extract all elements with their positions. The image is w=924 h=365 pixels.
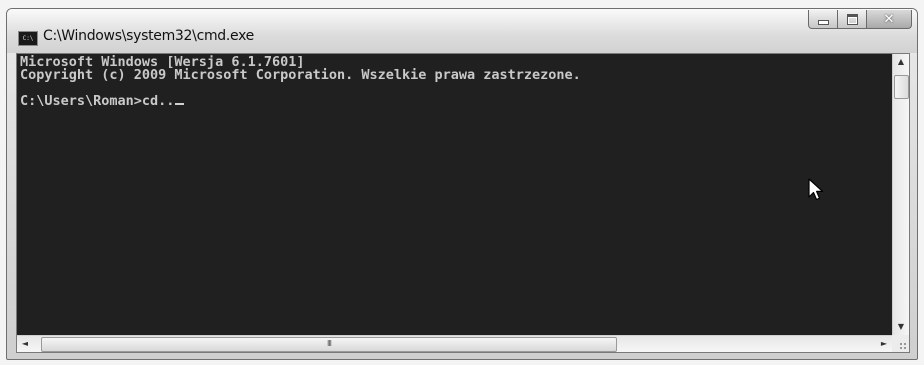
vertical-scroll-thumb[interactable] [894,75,909,99]
scroll-down-icon[interactable]: ▼ [893,319,909,335]
scroll-left-icon[interactable]: ◄ [17,336,33,352]
console-prompt: C:\Users\Roman>cd.. [20,93,175,109]
maximize-button[interactable] [837,10,867,29]
maximize-icon [846,13,858,25]
console-client-area: Microsoft Windows [Wersja 6.1.7601] Copyr… [16,53,910,353]
horizontal-scroll-thumb[interactable]: III [41,337,617,352]
text-cursor [175,103,185,105]
console-output[interactable]: Microsoft Windows [Wersja 6.1.7601] Copyr… [17,54,892,335]
mouse-pointer-icon [808,178,824,201]
horizontal-scrollbar[interactable]: ◄ III ► [17,335,892,352]
close-icon: ✕ [883,11,895,27]
window-title: C:\Windows\system32\cmd.exe [43,28,254,44]
console-text: Microsoft Windows [Wersja 6.1.7601] Copyr… [17,54,892,108]
minimize-icon [817,19,829,25]
cmd-icon[interactable]: C:\ [18,31,38,46]
close-button[interactable]: ✕ [866,10,912,29]
console-prompt-line: C:\Users\Roman>cd.. [20,93,892,109]
thumb-grip-icon: III [326,339,332,348]
title-bar[interactable]: C:\ C:\Windows\system32\cmd.exe ✕ [7,9,917,53]
vertical-scrollbar[interactable]: ▲ ▼ [892,54,909,335]
resize-grip-icon[interactable] [892,335,909,352]
console-line: Copyright (c) 2009 Microsoft Corporation… [20,67,581,83]
scroll-up-icon[interactable]: ▲ [893,54,909,70]
console-window: C:\ C:\Windows\system32\cmd.exe ✕ Micros… [6,8,918,360]
caption-buttons: ✕ [808,10,912,30]
minimize-button[interactable] [808,10,838,29]
scroll-right-icon[interactable]: ► [876,336,892,352]
